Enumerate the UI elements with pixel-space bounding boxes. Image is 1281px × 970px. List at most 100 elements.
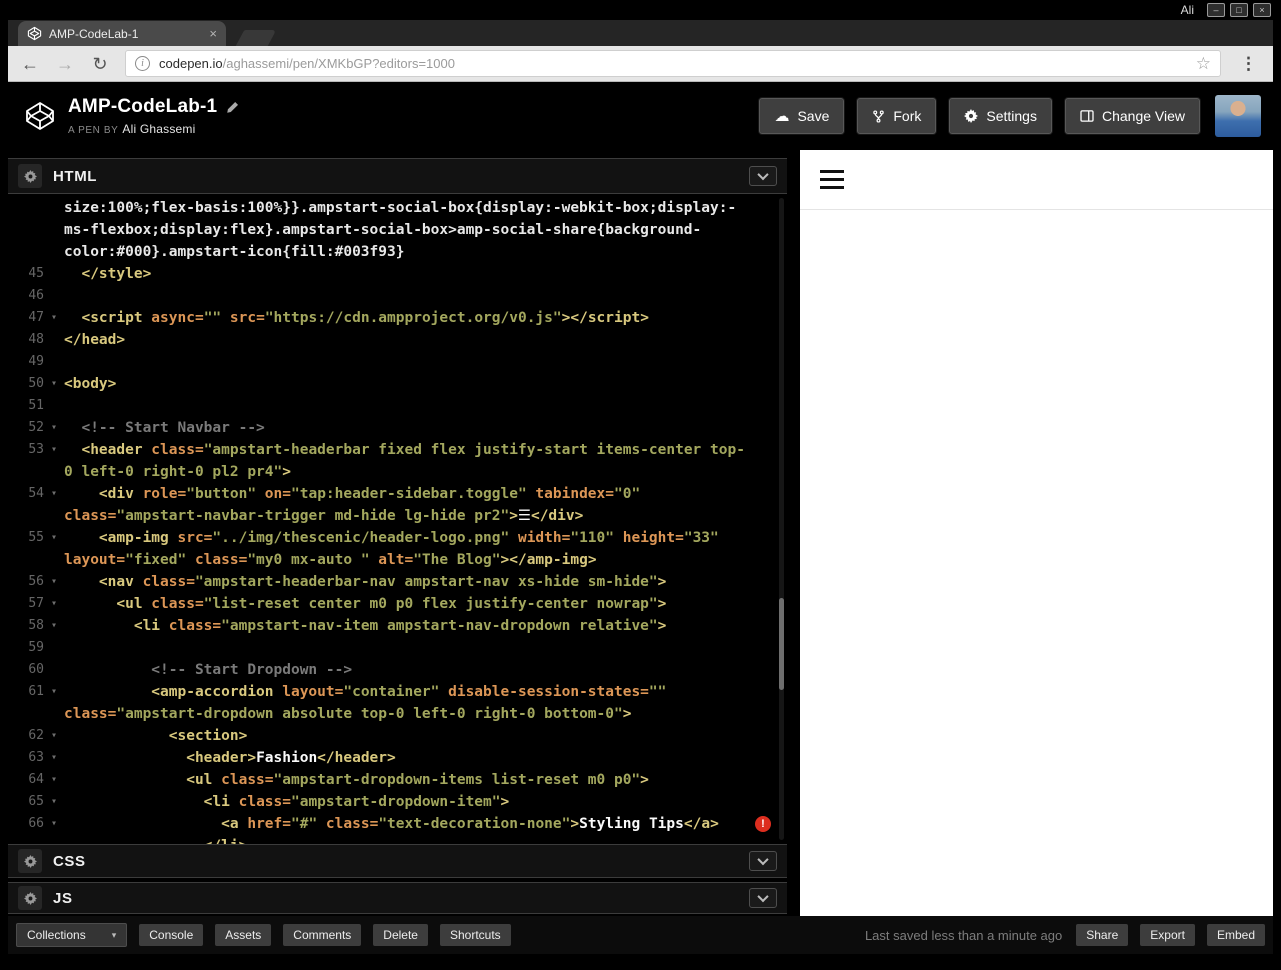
css-gear-icon[interactable]	[18, 849, 42, 873]
fold-arrow-icon[interactable]: ▾	[44, 725, 64, 747]
codepen-favicon-icon	[27, 26, 42, 41]
code-line[interactable]: 60 <!-- Start Dropdown -->	[8, 659, 787, 681]
assets-button[interactable]: Assets	[215, 924, 272, 946]
window-close-button[interactable]: ×	[1253, 3, 1271, 17]
fold-arrow-icon[interactable]: ▾	[44, 681, 64, 703]
code-line[interactable]: layout="fixed" class="my0 mx-auto " alt=…	[8, 549, 787, 571]
js-gear-icon[interactable]	[18, 886, 42, 910]
code-line[interactable]: 59	[8, 637, 787, 659]
css-collapse-chevron-icon[interactable]	[749, 851, 777, 871]
fold-arrow-icon[interactable]: ▾	[44, 747, 64, 769]
change-view-button[interactable]: Change View	[1063, 97, 1201, 135]
code-text: <script async="" src="https://cdn.amppro…	[64, 310, 649, 326]
code-line[interactable]: 51	[8, 395, 787, 417]
new-tab-button[interactable]	[235, 30, 277, 46]
browser-tab[interactable]: AMP-CodeLab-1 ×	[18, 21, 226, 46]
code-line[interactable]: 45 </style>	[8, 263, 787, 285]
caret-down-icon: ▾	[111, 929, 117, 940]
fold-arrow-icon[interactable]: ▾	[44, 483, 64, 505]
panel-resizer[interactable]	[787, 150, 800, 916]
code-line[interactable]: 52 ▾ <!-- Start Navbar -->	[8, 417, 787, 439]
edit-pencil-icon[interactable]	[226, 101, 239, 114]
refresh-button[interactable]: ↻	[90, 54, 110, 74]
code-line[interactable]: 48 </head>	[8, 329, 787, 351]
js-panel-label: JS	[53, 889, 73, 907]
settings-button[interactable]: Settings	[948, 97, 1053, 135]
window-minimize-button[interactable]: –	[1207, 3, 1225, 17]
fold-arrow-icon[interactable]: ▾	[44, 571, 64, 593]
window-maximize-button[interactable]: □	[1230, 3, 1248, 17]
shortcuts-button[interactable]: Shortcuts	[439, 924, 511, 946]
back-button[interactable]: ←	[20, 54, 40, 74]
code-line[interactable]: 49	[8, 351, 787, 373]
code-line[interactable]: 54 ▾ <div role="button" on="tap:header-si…	[8, 483, 787, 505]
code-line[interactable]: 64 ▾ <ul class="ampstart-dropdown-items l…	[8, 769, 787, 791]
codepen-logo-icon[interactable]	[24, 100, 56, 132]
delete-button[interactable]: Delete	[373, 924, 428, 946]
code-line[interactable]: </li>	[8, 835, 787, 844]
pen-title-block: AMP-CodeLab-1 A PEN BY Ali Ghassemi	[68, 96, 239, 136]
fold-arrow-icon[interactable]: ▾	[44, 439, 64, 461]
code-line[interactable]: 62 ▾ <section>	[8, 725, 787, 747]
code-line[interactable]: color:#000}.ampstart-icon{fill:#003f93}	[8, 241, 787, 263]
fold-arrow-icon[interactable]: ▾	[44, 417, 64, 439]
codepen-header: AMP-CodeLab-1 A PEN BY Ali Ghassemi ☁ Sav…	[8, 82, 1273, 150]
code-line[interactable]: 65 ▾ <li class="ampstart-dropdown-item">	[8, 791, 787, 813]
editor-scrollbar[interactable]	[779, 198, 784, 840]
tab-close-icon[interactable]: ×	[209, 27, 217, 40]
fold-arrow-icon[interactable]: ▾	[44, 813, 64, 835]
comments-button[interactable]: Comments	[283, 924, 362, 946]
bookmark-star-icon[interactable]: ☆	[1196, 54, 1211, 74]
fold-arrow-icon[interactable]: ▾	[44, 791, 64, 813]
footer-bar: Collections ▾ Console Assets Comments De…	[8, 916, 1273, 954]
code-line[interactable]: 63 ▾ <header>Fashion</header>	[8, 747, 787, 769]
code-line[interactable]: 56 ▾ <nav class="ampstart-headerbar-nav a…	[8, 571, 787, 593]
code-line[interactable]: ms-flexbox;display:flex}.ampstart-social…	[8, 219, 787, 241]
fold-arrow-icon[interactable]: ▾	[44, 593, 64, 615]
html-gear-icon[interactable]	[18, 164, 42, 188]
fold-arrow-icon[interactable]: ▾	[44, 307, 64, 329]
js-panel-header[interactable]: JS	[8, 882, 787, 914]
collections-dropdown[interactable]: Collections ▾	[16, 923, 128, 947]
fold-arrow-icon[interactable]: ▾	[44, 373, 64, 395]
code-line[interactable]: 50 ▾ <body>	[8, 373, 787, 395]
code-line[interactable]: 47 ▾ <script async="" src="https://cdn.am…	[8, 307, 787, 329]
editor-scrollbar-thumb[interactable]	[779, 598, 784, 690]
fold-arrow-icon[interactable]: ▾	[44, 527, 64, 549]
code-line[interactable]: 0 left-0 right-0 pl2 pr4">	[8, 461, 787, 483]
page-info-icon[interactable]: i	[135, 56, 150, 71]
fold-arrow-icon[interactable]: ▾	[44, 769, 64, 791]
code-line[interactable]: class="ampstart-dropdown absolute top-0 …	[8, 703, 787, 725]
html-panel-header[interactable]: HTML	[8, 158, 787, 194]
code-line[interactable]: 53 ▾ <header class="ampstart-headerbar fi…	[8, 439, 787, 461]
avatar[interactable]	[1215, 95, 1261, 137]
browser-menu-icon[interactable]: ⋮	[1236, 54, 1261, 74]
code-line[interactable]: 46	[8, 285, 787, 307]
author-link[interactable]: Ali Ghassemi	[122, 122, 195, 136]
js-collapse-chevron-icon[interactable]	[749, 888, 777, 908]
code-line[interactable]: 61 ▾ <amp-accordion layout="container" di…	[8, 681, 787, 703]
code-line[interactable]: 66 ▾ <a href="#" class="text-decoration-n…	[8, 813, 787, 835]
hamburger-menu-icon[interactable]	[820, 170, 844, 189]
code-line[interactable]: 55 ▾ <amp-img src="../img/thescenic/heade…	[8, 527, 787, 549]
fold-gutter-spacer	[44, 197, 64, 219]
export-button[interactable]: Export	[1140, 924, 1195, 946]
forward-button[interactable]: →	[55, 54, 75, 74]
html-collapse-chevron-icon[interactable]	[749, 166, 777, 186]
embed-button[interactable]: Embed	[1206, 924, 1265, 946]
fold-arrow-icon[interactable]: ▾	[44, 615, 64, 637]
save-button[interactable]: ☁ Save	[758, 97, 846, 135]
code-line[interactable]: size:100%;flex-basis:100%}}.ampstart-soc…	[8, 197, 787, 219]
code-editor[interactable]: size:100%;flex-basis:100%}}.ampstart-soc…	[8, 194, 787, 844]
line-number	[8, 461, 44, 483]
fork-button[interactable]: Fork	[856, 97, 938, 135]
code-line[interactable]: 58 ▾ <li class="ampstart-nav-item ampstar…	[8, 615, 787, 637]
console-button[interactable]: Console	[139, 924, 204, 946]
code-line[interactable]: class="ampstart-navbar-trigger md-hide l…	[8, 505, 787, 527]
line-number	[8, 835, 44, 844]
share-button[interactable]: Share	[1076, 924, 1129, 946]
css-panel-header[interactable]: CSS	[8, 844, 787, 878]
error-icon[interactable]: !	[755, 816, 771, 832]
code-line[interactable]: 57 ▾ <ul class="list-reset center m0 p0 f…	[8, 593, 787, 615]
url-bar[interactable]: i codepen.io/aghassemi/pen/XMKbGP?editor…	[125, 50, 1221, 77]
